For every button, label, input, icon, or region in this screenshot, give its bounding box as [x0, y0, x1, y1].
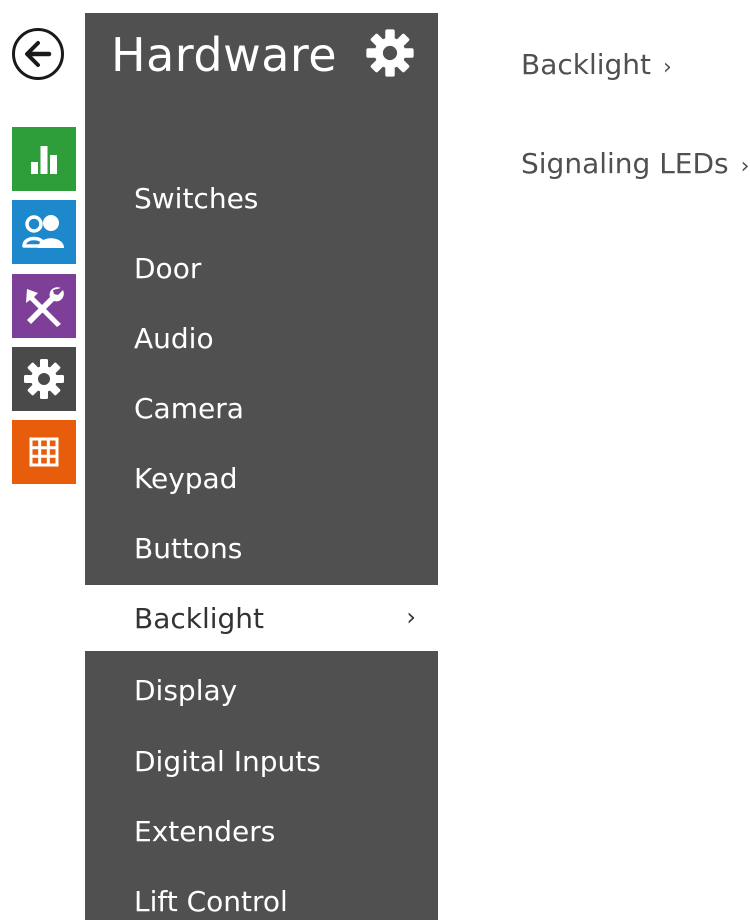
menu-item-camera[interactable]: Camera — [85, 375, 438, 441]
menu-item-digital-inputs[interactable]: Digital Inputs — [85, 728, 438, 794]
grid-icon — [29, 437, 59, 467]
menu-item-lift-control[interactable]: Lift Control — [85, 868, 438, 920]
menu-item-backlight[interactable]: Backlight › — [85, 585, 438, 651]
menu-item-label: Switches — [134, 181, 259, 215]
users-icon — [22, 215, 64, 248]
app-window: Hardware Switches Door Audio Camera Keyp… — [0, 0, 750, 920]
back-button[interactable] — [12, 28, 64, 80]
menu-item-label: Extenders — [134, 814, 276, 848]
menu-item-switches[interactable]: Switches — [85, 165, 438, 231]
menu-item-buttons[interactable]: Buttons — [85, 515, 438, 581]
gear-icon — [366, 29, 414, 77]
menu-item-label: Camera — [134, 391, 244, 425]
arrow-left-icon — [25, 41, 52, 67]
rail-status-button[interactable] — [12, 127, 76, 191]
menu-item-extenders[interactable]: Extenders — [85, 798, 438, 864]
chevron-right-icon: › — [663, 55, 672, 80]
menu-item-label: Backlight — [134, 601, 265, 635]
signaling-leds-section-link[interactable]: Signaling LEDs › — [521, 147, 749, 180]
rail-services-button[interactable] — [12, 274, 76, 338]
rail-hardware-button[interactable] — [12, 347, 76, 411]
hardware-settings-button[interactable] — [364, 27, 416, 79]
section-link-label: Backlight — [521, 48, 652, 81]
menu-item-label: Lift Control — [134, 884, 288, 918]
section-link-label: Signaling LEDs — [521, 147, 729, 180]
menu-item-door[interactable]: Door — [85, 235, 438, 301]
menu-title: Hardware — [111, 28, 338, 82]
bar-chart-icon — [31, 146, 57, 174]
menu-item-label: Display — [134, 673, 238, 707]
menu-item-label: Buttons — [134, 531, 243, 565]
menu-item-label: Keypad — [134, 461, 238, 495]
backlight-section-link[interactable]: Backlight › — [521, 48, 672, 81]
menu-item-label: Digital Inputs — [134, 744, 321, 778]
chevron-right-icon: › — [406, 602, 416, 631]
menu-item-audio[interactable]: Audio — [85, 305, 438, 371]
rail-directory-button[interactable] — [12, 200, 76, 264]
menu-item-label: Audio — [134, 321, 214, 355]
hardware-menu: Hardware Switches Door Audio Camera Keyp… — [85, 13, 438, 920]
menu-item-keypad[interactable]: Keypad — [85, 445, 438, 511]
tools-icon — [26, 287, 64, 327]
rail-system-button[interactable] — [12, 420, 76, 484]
chevron-right-icon: › — [740, 154, 750, 179]
menu-item-display[interactable]: Display — [85, 657, 438, 723]
menu-item-label: Door — [134, 251, 202, 285]
gear-icon — [24, 359, 64, 399]
